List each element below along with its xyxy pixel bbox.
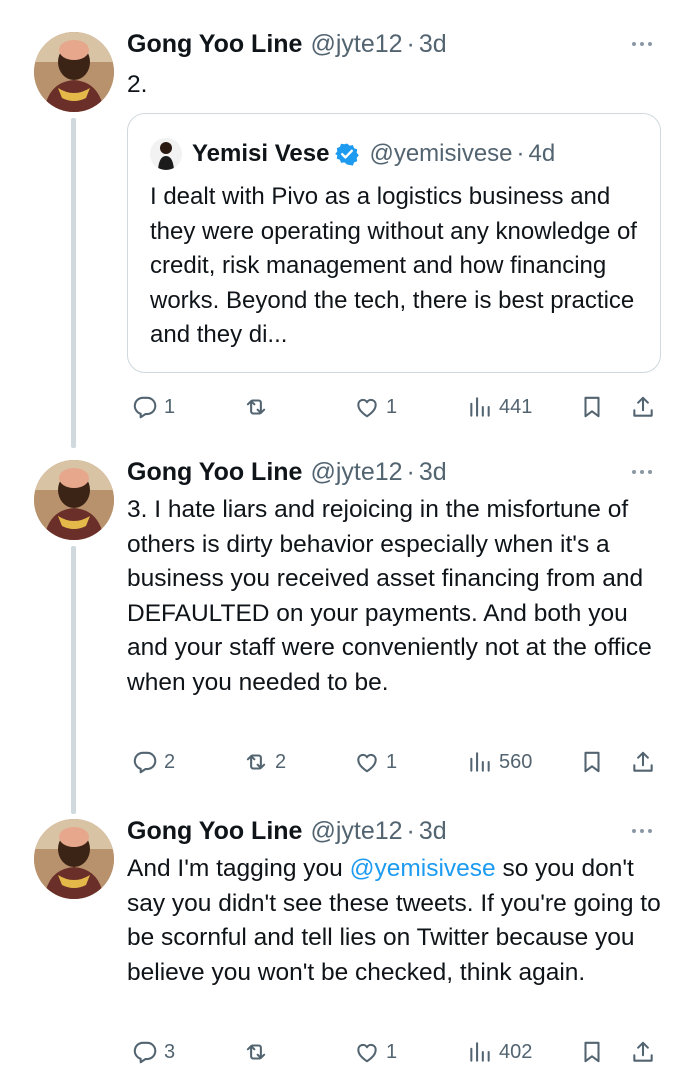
bookmark-button[interactable] bbox=[579, 745, 605, 779]
thread-line bbox=[71, 118, 76, 448]
tweet-text-start: And I'm tagging you bbox=[127, 855, 350, 882]
tweet-text: 2. bbox=[127, 71, 148, 98]
more-icon[interactable] bbox=[632, 42, 652, 46]
more-icon[interactable] bbox=[632, 470, 652, 474]
tweet[interactable]: Gong Yoo Line @jyte12 · 3d And I'm taggi… bbox=[0, 815, 694, 1075]
views-button[interactable]: 402 bbox=[467, 1035, 532, 1069]
verified-icon bbox=[335, 143, 360, 166]
retweet-count: 2 bbox=[275, 750, 287, 773]
share-button[interactable] bbox=[630, 745, 656, 779]
separator-dot: · bbox=[406, 457, 415, 486]
quoted-author-handle[interactable]: @yemisivese bbox=[369, 140, 512, 168]
retweet-icon bbox=[246, 1044, 266, 1060]
timestamp[interactable]: 3d bbox=[419, 30, 447, 59]
like-button[interactable]: 1 bbox=[354, 1035, 397, 1069]
like-count: 1 bbox=[386, 1040, 398, 1063]
retweet-icon bbox=[246, 399, 266, 415]
retweet-icon bbox=[246, 754, 266, 770]
like-button[interactable]: 1 bbox=[354, 745, 397, 779]
avatar[interactable] bbox=[34, 32, 114, 112]
reply-button[interactable]: 3 bbox=[132, 1035, 175, 1069]
views-button[interactable]: 441 bbox=[467, 390, 532, 424]
share-button[interactable] bbox=[630, 1035, 656, 1069]
avatar-image bbox=[34, 460, 114, 540]
reply-count: 3 bbox=[164, 1040, 176, 1063]
author-name[interactable]: Gong Yoo Line bbox=[127, 817, 302, 846]
quoted-avatar-image bbox=[150, 138, 182, 170]
views-icon bbox=[470, 1042, 490, 1062]
tweet-text: 3. I hate liars and rejoicing in the mis… bbox=[127, 496, 652, 696]
reply-icon bbox=[133, 1041, 157, 1064]
tweet-header: Gong Yoo Line @jyte12 · 3d bbox=[127, 456, 447, 488]
avatar[interactable] bbox=[34, 460, 114, 540]
author-handle[interactable]: @jyte12 bbox=[310, 458, 402, 487]
timestamp[interactable]: 3d bbox=[419, 817, 447, 846]
quoted-avatar bbox=[150, 138, 182, 170]
tweet-header: Gong Yoo Line @jyte12 · 3d bbox=[127, 28, 447, 60]
share-button[interactable] bbox=[630, 390, 656, 424]
like-icon bbox=[357, 1043, 377, 1063]
bookmark-icon bbox=[584, 396, 600, 418]
tweet[interactable]: Gong Yoo Line @jyte12 · 3d 2. Yemisi Ves… bbox=[0, 28, 694, 448]
separator-dot: · bbox=[516, 140, 525, 167]
retweet-button[interactable] bbox=[243, 390, 275, 424]
separator-dot: · bbox=[406, 29, 415, 58]
reply-icon bbox=[133, 751, 157, 774]
share-icon bbox=[633, 396, 653, 417]
views-icon bbox=[470, 397, 490, 417]
views-icon bbox=[470, 752, 490, 772]
action-bar: 3 1 402 bbox=[127, 1035, 667, 1069]
reply-button[interactable]: 2 bbox=[132, 745, 175, 779]
quoted-tweet-header: Yemisi Vese @yemisivese · 4d bbox=[150, 138, 555, 170]
share-icon bbox=[633, 1041, 653, 1062]
action-bar: 2 2 1 560 bbox=[127, 745, 667, 779]
reply-count: 1 bbox=[164, 395, 176, 418]
author-handle[interactable]: @jyte12 bbox=[310, 30, 402, 59]
view-count: 402 bbox=[499, 1040, 533, 1063]
reply-button[interactable]: 1 bbox=[132, 390, 175, 424]
like-icon bbox=[357, 753, 377, 773]
like-button[interactable]: 1 bbox=[354, 390, 397, 424]
avatar-image bbox=[34, 32, 114, 112]
author-handle[interactable]: @jyte12 bbox=[310, 817, 402, 846]
reply-count: 2 bbox=[164, 750, 176, 773]
like-count: 1 bbox=[386, 750, 398, 773]
bookmark-icon bbox=[584, 1041, 600, 1063]
like-count: 1 bbox=[386, 395, 398, 418]
tweet-text: And I'm tagging you @yemisivese so you d… bbox=[127, 852, 667, 990]
bookmark-button[interactable] bbox=[579, 390, 605, 424]
views-button[interactable]: 560 bbox=[467, 745, 532, 779]
share-icon bbox=[633, 751, 653, 772]
separator-dot: · bbox=[406, 816, 415, 845]
tweet[interactable]: Gong Yoo Line @jyte12 · 3d 3. I hate lia… bbox=[0, 456, 694, 814]
quoted-author-name[interactable]: Yemisi Vese bbox=[192, 140, 329, 168]
avatar[interactable] bbox=[34, 819, 114, 899]
retweet-button[interactable] bbox=[243, 1035, 275, 1069]
bookmark-button[interactable] bbox=[579, 1035, 605, 1069]
more-icon[interactable] bbox=[632, 829, 652, 833]
quoted-tweet[interactable]: Yemisi Vese @yemisivese · 4d I dealt wit… bbox=[127, 113, 661, 373]
thread-line bbox=[71, 546, 76, 814]
mention-link[interactable]: @yemisivese bbox=[350, 855, 496, 882]
quoted-tweet-text: I dealt with Pivo as a logistics busines… bbox=[150, 183, 637, 348]
view-count: 441 bbox=[499, 395, 533, 418]
timestamp[interactable]: 3d bbox=[419, 458, 447, 487]
author-name[interactable]: Gong Yoo Line bbox=[127, 30, 302, 59]
like-icon bbox=[357, 398, 377, 418]
author-name[interactable]: Gong Yoo Line bbox=[127, 458, 302, 487]
retweet-button[interactable]: 2 bbox=[243, 745, 286, 779]
view-count: 560 bbox=[499, 750, 533, 773]
quoted-timestamp[interactable]: 4d bbox=[529, 140, 556, 168]
bookmark-icon bbox=[584, 751, 600, 773]
reply-icon bbox=[133, 396, 157, 419]
avatar-image bbox=[34, 819, 114, 899]
tweet-header: Gong Yoo Line @jyte12 · 3d bbox=[127, 815, 447, 847]
action-bar: 1 1 441 bbox=[127, 390, 667, 424]
